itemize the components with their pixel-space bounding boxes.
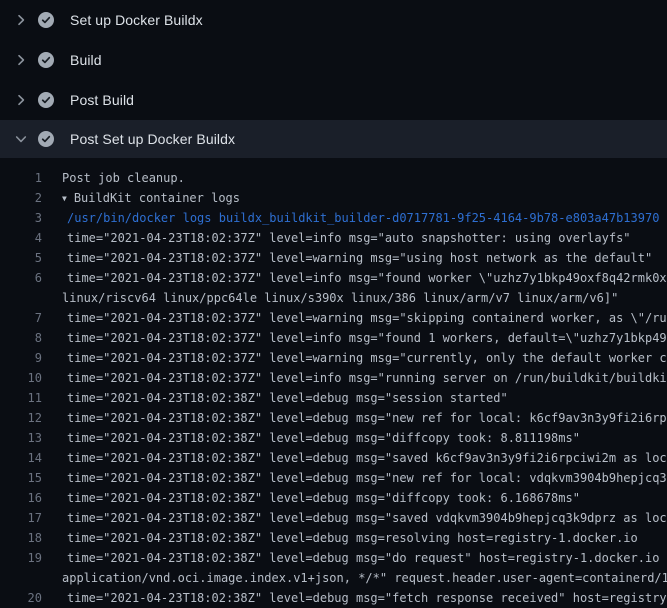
log-line: 13 time="2021-04-23T18:02:38Z" level=deb… bbox=[0, 428, 667, 448]
log-text: time="2021-04-23T18:02:38Z" level=debug … bbox=[62, 408, 667, 428]
log-line: 18 time="2021-04-23T18:02:38Z" level=deb… bbox=[0, 528, 667, 548]
log-line: 9 time="2021-04-23T18:02:37Z" level=warn… bbox=[0, 348, 667, 368]
triangle-down-icon: ▼ bbox=[62, 189, 67, 209]
log-line-continuation: linux/riscv64 linux/ppc64le linux/s390x … bbox=[0, 288, 667, 308]
line-number[interactable]: 10 bbox=[0, 368, 62, 388]
step-label: Post Build bbox=[70, 92, 134, 108]
log-text: /usr/bin/docker logs buildx_buildkit_bui… bbox=[62, 208, 667, 228]
check-circle-icon bbox=[38, 131, 54, 147]
line-number[interactable]: 11 bbox=[0, 388, 62, 408]
log-text: time="2021-04-23T18:02:38Z" level=debug … bbox=[62, 508, 667, 528]
line-number[interactable]: 1 bbox=[0, 168, 62, 188]
log-line: 3 /usr/bin/docker logs buildx_buildkit_b… bbox=[0, 208, 667, 228]
chevron-right-icon bbox=[12, 12, 30, 28]
step-row-post-set-up-docker-buildx[interactable]: Post Set up Docker Buildx bbox=[0, 120, 667, 158]
log-text: time="2021-04-23T18:02:38Z" level=debug … bbox=[62, 468, 667, 488]
log-text: time="2021-04-23T18:02:37Z" level=warnin… bbox=[62, 248, 667, 268]
step-row-post-build[interactable]: Post Build bbox=[0, 80, 667, 120]
line-number[interactable]: 16 bbox=[0, 488, 62, 508]
line-number[interactable]: 9 bbox=[0, 348, 62, 368]
log-text: time="2021-04-23T18:02:37Z" level=info m… bbox=[62, 228, 667, 248]
log-line: 19 time="2021-04-23T18:02:38Z" level=deb… bbox=[0, 548, 667, 568]
step-label: Build bbox=[70, 52, 102, 68]
line-number[interactable]: 15 bbox=[0, 468, 62, 488]
log-text: BuildKit container logs bbox=[74, 188, 667, 208]
check-circle-icon bbox=[38, 92, 54, 108]
line-number[interactable]: 18 bbox=[0, 528, 62, 548]
log-text: time="2021-04-23T18:02:38Z" level=debug … bbox=[62, 548, 667, 568]
log-line: 20 time="2021-04-23T18:02:38Z" level=deb… bbox=[0, 588, 667, 608]
log-group-header[interactable]: 2 ▼ BuildKit container logs bbox=[0, 188, 667, 208]
log-line: 4 time="2021-04-23T18:02:37Z" level=info… bbox=[0, 228, 667, 248]
log-line: 8 time="2021-04-23T18:02:37Z" level=info… bbox=[0, 328, 667, 348]
line-number[interactable]: 4 bbox=[0, 228, 62, 248]
log-line: 14 time="2021-04-23T18:02:38Z" level=deb… bbox=[0, 448, 667, 468]
log-text: time="2021-04-23T18:02:38Z" level=debug … bbox=[62, 428, 667, 448]
log-line: 10 time="2021-04-23T18:02:37Z" level=inf… bbox=[0, 368, 667, 388]
line-number[interactable]: 3 bbox=[0, 208, 62, 228]
check-circle-icon bbox=[38, 52, 54, 68]
log-line: 16 time="2021-04-23T18:02:38Z" level=deb… bbox=[0, 488, 667, 508]
step-label: Set up Docker Buildx bbox=[70, 12, 203, 28]
line-number[interactable]: 8 bbox=[0, 328, 62, 348]
line-number[interactable]: 12 bbox=[0, 408, 62, 428]
log-line: 6 time="2021-04-23T18:02:37Z" level=info… bbox=[0, 268, 667, 288]
check-circle-icon bbox=[38, 12, 54, 28]
log-panel[interactable]: 1 Post job cleanup. 2 ▼ BuildKit containe… bbox=[0, 158, 667, 608]
step-row-build[interactable]: Build bbox=[0, 40, 667, 80]
log-line: 12 time="2021-04-23T18:02:38Z" level=deb… bbox=[0, 408, 667, 428]
step-label: Post Set up Docker Buildx bbox=[70, 131, 235, 147]
log-text: time="2021-04-23T18:02:37Z" level=info m… bbox=[62, 368, 667, 388]
log-line: 5 time="2021-04-23T18:02:37Z" level=warn… bbox=[0, 248, 667, 268]
log-line: 1 Post job cleanup. bbox=[0, 168, 667, 188]
line-number[interactable]: 14 bbox=[0, 448, 62, 468]
log-text: time="2021-04-23T18:02:37Z" level=warnin… bbox=[62, 308, 667, 328]
log-line-continuation: application/vnd.oci.image.index.v1+json,… bbox=[0, 568, 667, 588]
step-row-set-up-docker-buildx[interactable]: Set up Docker Buildx bbox=[0, 0, 667, 40]
log-text: time="2021-04-23T18:02:38Z" level=debug … bbox=[62, 448, 667, 468]
line-number[interactable]: 19 bbox=[0, 548, 62, 568]
line-number[interactable]: 5 bbox=[0, 248, 62, 268]
log-text: linux/riscv64 linux/ppc64le linux/s390x … bbox=[62, 288, 667, 308]
log-text: time="2021-04-23T18:02:38Z" level=debug … bbox=[62, 588, 667, 608]
line-number[interactable]: 17 bbox=[0, 508, 62, 528]
line-number[interactable]: 20 bbox=[0, 588, 62, 608]
log-line: 17 time="2021-04-23T18:02:38Z" level=deb… bbox=[0, 508, 667, 528]
log-line: 7 time="2021-04-23T18:02:37Z" level=warn… bbox=[0, 308, 667, 328]
line-number[interactable]: 6 bbox=[0, 268, 62, 288]
log-text: time="2021-04-23T18:02:37Z" level=warnin… bbox=[62, 348, 667, 368]
log-text: Post job cleanup. bbox=[62, 168, 667, 188]
line-number[interactable]: 13 bbox=[0, 428, 62, 448]
log-text: time="2021-04-23T18:02:38Z" level=debug … bbox=[62, 528, 667, 548]
chevron-down-icon bbox=[12, 131, 30, 147]
chevron-right-icon bbox=[12, 52, 30, 68]
line-number[interactable]: 7 bbox=[0, 308, 62, 328]
steps-list: Set up Docker Buildx Build bbox=[0, 0, 667, 158]
log-text: time="2021-04-23T18:02:37Z" level=info m… bbox=[62, 268, 667, 288]
log-line: 15 time="2021-04-23T18:02:38Z" level=deb… bbox=[0, 468, 667, 488]
log-text: time="2021-04-23T18:02:38Z" level=debug … bbox=[62, 488, 667, 508]
log-text: time="2021-04-23T18:02:38Z" level=debug … bbox=[62, 388, 667, 408]
line-number[interactable]: 2 bbox=[0, 188, 62, 208]
chevron-right-icon bbox=[12, 92, 30, 108]
log-text: time="2021-04-23T18:02:37Z" level=info m… bbox=[62, 328, 667, 348]
log-text: application/vnd.oci.image.index.v1+json,… bbox=[62, 568, 667, 588]
log-line: 11 time="2021-04-23T18:02:38Z" level=deb… bbox=[0, 388, 667, 408]
